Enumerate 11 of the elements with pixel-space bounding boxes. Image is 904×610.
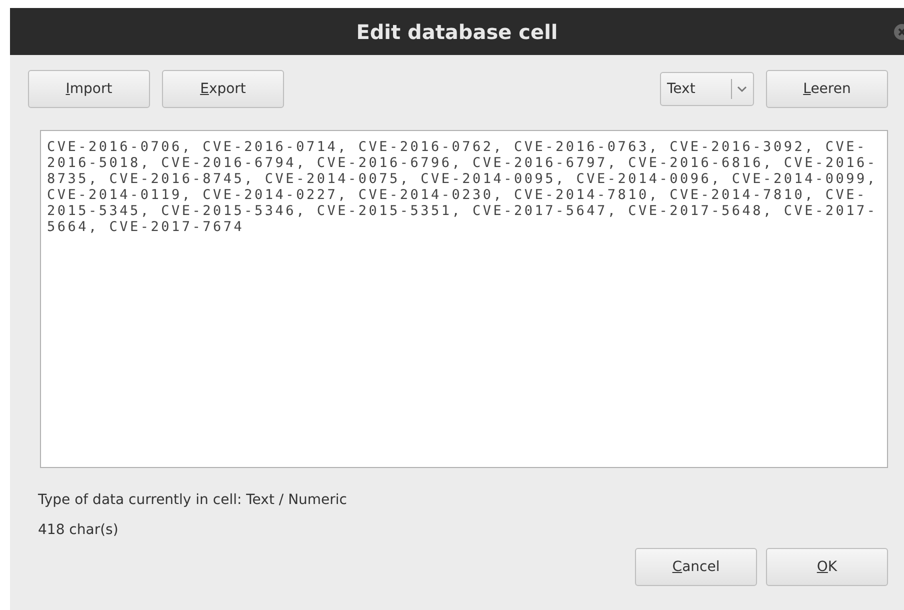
data-type-label: Type of data currently in cell: Text / Numeric	[38, 492, 348, 508]
window-title: Edit database cell	[356, 20, 558, 44]
char-count: 418 char(s)	[38, 522, 120, 538]
import-button[interactable]: Import	[28, 70, 150, 108]
chevron-down-icon	[737, 85, 747, 93]
type-select[interactable]: Text	[660, 72, 754, 106]
clear-button[interactable]: Leeren	[766, 70, 888, 108]
cell-editor[interactable]: CVE-2016-0706, CVE-2016-0714, CVE-2016-0762, CVE-2016-0763, CVE-2016-3092, CVE-2016-5018, CVE-2016-6794, CVE-2016-6796, CVE-2016-6797, CVE-2016-6816, CVE-2016-8735, CVE-2016-8745, CVE-2014-0075, CVE-2014-0095, CVE-2014-0096, CVE-2014-0099, CVE-2014-0119, CVE-2014-0227, CVE-2014-0230, CVE-2014-7810, CVE-2014-7810, CVE-2015-5345, CVE-2015-5346, CVE-2015-5351, CVE-2017-5647, CVE-2017-5648, CVE-2017-5664, CVE-2017-7674	[40, 130, 888, 468]
cancel-button[interactable]: Cancel	[635, 548, 757, 586]
export-button[interactable]: Export	[162, 70, 284, 108]
ok-button[interactable]: OK	[766, 548, 888, 586]
